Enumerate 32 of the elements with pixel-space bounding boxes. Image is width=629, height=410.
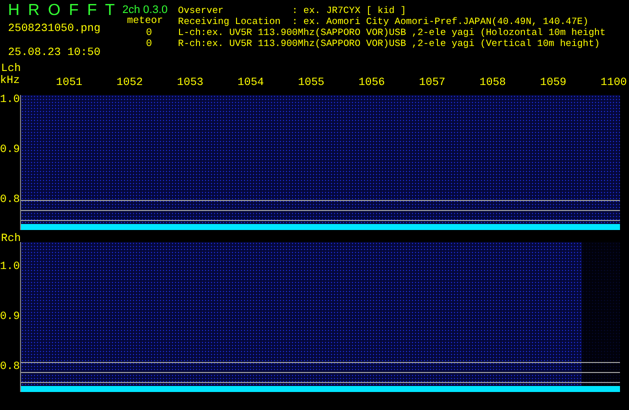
app-title: H R O F F T [8, 1, 118, 21]
axis-label: 1.0 [0, 262, 20, 273]
file-name: 2508231050.png [8, 22, 102, 36]
count-value: 0 [144, 39, 152, 50]
unit-label: kHz [0, 76, 20, 87]
count-value: 0 [144, 28, 152, 39]
field-label: Ovserver [178, 5, 225, 16]
field-label: Receiving Location [178, 16, 282, 27]
version-label: 2ch 0.3.0 [122, 4, 168, 16]
axis-label: 0.9 [0, 312, 20, 323]
time-label: 1052 [116, 78, 143, 89]
axis-label: 1.0 [0, 95, 20, 106]
time-label: 1056 [358, 78, 385, 89]
channel-info: L-ch:ex. UV5R 113.900Mhz(SAPPORO VOR)USB ,2-ele yagi (Holozontal 10m height [178, 27, 606, 38]
channel-label: Rch [1, 234, 21, 245]
mode-label: meteor [126, 16, 163, 28]
time-label: 1054 [238, 78, 264, 89]
axis-label: 0.8 [0, 362, 20, 373]
time-label: 1100 [600, 78, 627, 89]
field-value: : ex. JR7CYX [ kid ] [292, 5, 406, 16]
time-label: 1059 [540, 78, 566, 89]
time-label: 1051 [56, 78, 82, 89]
channel-info: R-ch:ex. UV5R 113.900Mhz(SAPPORO VOR)USB ,2-ele yagi (Vertical 10m height) [178, 38, 601, 49]
field-value: : ex. Aomori City Aomori-Pref.JAPAN(40.49N, 140.47E) [292, 16, 588, 27]
date-time: 25.08.23 10:50 [8, 46, 102, 60]
axis-label: 0.8 [0, 195, 20, 206]
time-label: 1058 [480, 78, 506, 89]
channel-label: Lch [1, 64, 21, 75]
time-label: 1057 [419, 78, 446, 89]
axis-label: 0.9 [0, 145, 20, 156]
time-label: 1053 [177, 78, 204, 89]
time-label: 1055 [298, 78, 324, 89]
